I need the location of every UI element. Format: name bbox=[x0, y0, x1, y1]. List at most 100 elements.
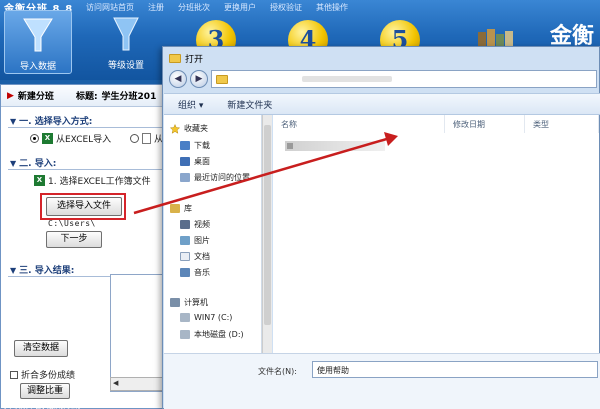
star-icon bbox=[170, 123, 180, 134]
filename-input[interactable]: 使用帮助 bbox=[312, 361, 598, 378]
menu-switch-user[interactable]: 更换用户 bbox=[224, 2, 256, 13]
download-icon bbox=[180, 141, 190, 150]
nav-recent[interactable]: 最近访问的位置 bbox=[180, 172, 250, 183]
video-icon bbox=[180, 220, 190, 229]
divider bbox=[8, 169, 164, 170]
back-icon[interactable]: ◀ bbox=[169, 70, 187, 88]
funnel-icon bbox=[23, 18, 53, 52]
drive-icon bbox=[180, 313, 190, 322]
radio-button[interactable] bbox=[30, 134, 39, 143]
nav-recent-label: 最近访问的位置 bbox=[194, 173, 250, 182]
nav-downloads[interactable]: 下载 bbox=[180, 140, 210, 151]
menu-license[interactable]: 授权验证 bbox=[270, 2, 302, 13]
recent-places-icon bbox=[180, 173, 190, 182]
import-data-button[interactable]: 导入数据 bbox=[4, 10, 72, 74]
nav-pictures-label: 图片 bbox=[194, 236, 210, 245]
command-bar: 组织 ▾ 新建文件夹 bbox=[164, 93, 600, 115]
column-header-modified[interactable]: 修改日期 bbox=[445, 115, 525, 133]
step-select-excel: X 1. 选择EXCEL工作簿文件 bbox=[34, 174, 151, 187]
import-data-label: 导入数据 bbox=[19, 62, 56, 72]
collapse-triangle-icon[interactable]: ▼ bbox=[10, 266, 16, 275]
nav-drive-d[interactable]: 本地磁盘 (D:) bbox=[180, 329, 244, 340]
radio-other[interactable]: 从 bbox=[130, 132, 163, 145]
drive-icon bbox=[180, 330, 190, 339]
forward-icon[interactable]: ▶ bbox=[190, 70, 208, 88]
dialog-footer: 文件名(N): 使用帮助 bbox=[164, 353, 600, 409]
title-label: 标题: bbox=[75, 92, 98, 102]
file-list: 名称 修改日期 类型 bbox=[273, 115, 599, 353]
merge-scores-checkbox[interactable] bbox=[10, 370, 18, 379]
nav-pictures[interactable]: 图片 bbox=[180, 235, 210, 246]
nav-music[interactable]: 音乐 bbox=[180, 267, 210, 278]
file-path: C:\Users\ bbox=[48, 219, 96, 228]
merge-scores-label: 折合多份成绩 bbox=[21, 371, 76, 381]
address-path-blurred bbox=[302, 76, 392, 82]
desktop-icon bbox=[180, 157, 190, 166]
file-item-blurred[interactable] bbox=[285, 141, 385, 151]
picture-icon bbox=[180, 236, 190, 245]
nav-drive-d-label: 本地磁盘 (D:) bbox=[194, 330, 244, 339]
triangle-right-icon: ▶ bbox=[7, 90, 14, 101]
merge-scores-checkbox-row[interactable]: 折合多份成绩 bbox=[10, 368, 75, 381]
radio-excel[interactable]: X 从EXCEL导入 bbox=[30, 132, 111, 145]
open-file-dialog: 打开 ◀ ▶ 组织 ▾ 新建文件夹 收藏夹 下载 桌面 最近访问的位置 库 视频… bbox=[162, 46, 600, 409]
nav-libraries[interactable]: 库 bbox=[170, 203, 192, 214]
nav-downloads-label: 下载 bbox=[194, 141, 210, 150]
excel-icon: X bbox=[34, 175, 45, 186]
document-icon bbox=[142, 133, 151, 144]
menu-other[interactable]: 其他操作 bbox=[316, 2, 348, 13]
nav-pane-scrollbar[interactable] bbox=[262, 115, 272, 353]
organize-menu[interactable]: 组织 ▾ bbox=[178, 98, 203, 111]
new-folder-button[interactable]: 新建文件夹 bbox=[227, 98, 272, 111]
scrollbar-thumb[interactable] bbox=[264, 125, 271, 325]
clear-data-button[interactable]: 清空数据 bbox=[14, 340, 68, 357]
section-import-label: 二. 导入: bbox=[19, 159, 57, 169]
collapse-triangle-icon[interactable]: ▼ bbox=[10, 117, 16, 126]
scroll-left-icon[interactable]: ◀ bbox=[113, 379, 118, 387]
divider bbox=[8, 127, 164, 128]
nav-computer-label: 计算机 bbox=[184, 298, 208, 307]
dialog-title: 打开 bbox=[185, 55, 204, 65]
nav-drive-c[interactable]: WIN7 (C:) bbox=[180, 313, 232, 322]
computer-icon bbox=[170, 298, 180, 307]
menu-batch[interactable]: 分班批次 bbox=[178, 2, 210, 13]
step-select-excel-label: 1. 选择EXCEL工作簿文件 bbox=[48, 177, 151, 187]
navigation-pane: 收藏夹 下载 桌面 最近访问的位置 库 视频 图片 文档 音乐 计算机 WIN7… bbox=[164, 115, 262, 353]
next-step-button[interactable]: 下一步 bbox=[46, 231, 102, 248]
folder-icon bbox=[216, 74, 228, 84]
horizontal-scrollbar[interactable]: ◀ bbox=[110, 377, 166, 391]
file-icon bbox=[287, 143, 293, 149]
nav-libraries-label: 库 bbox=[184, 204, 192, 213]
nav-documents[interactable]: 文档 bbox=[180, 251, 210, 262]
nav-computer[interactable]: 计算机 bbox=[170, 297, 208, 308]
panel-header: ▶ 新建分班 标题: 学生分班201 bbox=[1, 85, 167, 107]
address-bar[interactable] bbox=[211, 70, 597, 88]
highlight-box bbox=[40, 193, 126, 220]
column-header-type[interactable]: 类型 bbox=[525, 115, 599, 133]
grade-settings-label: 等级设置 bbox=[107, 61, 144, 71]
nav-drive-c-label: WIN7 (C:) bbox=[194, 313, 233, 322]
title-value: 学生分班201 bbox=[101, 92, 157, 102]
nav-favorites[interactable]: 收藏夹 bbox=[170, 123, 208, 134]
nav-videos-label: 视频 bbox=[194, 220, 210, 229]
nav-music-label: 音乐 bbox=[194, 268, 210, 277]
folder-icon bbox=[169, 54, 181, 63]
dialog-title-bar: 打开 bbox=[169, 52, 203, 65]
radio-button[interactable] bbox=[130, 134, 139, 143]
result-grid[interactable] bbox=[110, 274, 166, 392]
nav-documents-label: 文档 bbox=[194, 252, 210, 261]
nav-desktop[interactable]: 桌面 bbox=[180, 156, 210, 167]
section-import-method-label: 一. 选择导入方式: bbox=[19, 117, 93, 127]
adjust-weight-button[interactable]: 调整比重 bbox=[20, 383, 70, 399]
grade-settings-button[interactable]: 等级设置 bbox=[92, 10, 160, 74]
library-icon bbox=[170, 204, 180, 213]
music-icon bbox=[180, 268, 190, 277]
new-class-label: 新建分班 bbox=[17, 92, 54, 102]
collapse-triangle-icon[interactable]: ▼ bbox=[10, 159, 16, 168]
dialog-nav-row: ◀ ▶ bbox=[169, 67, 597, 91]
nav-favorites-label: 收藏夹 bbox=[184, 124, 208, 133]
filename-label: 文件名(N): bbox=[258, 367, 297, 376]
nav-videos[interactable]: 视频 bbox=[180, 219, 210, 230]
radio-excel-label: 从EXCEL导入 bbox=[56, 135, 112, 145]
column-header-name[interactable]: 名称 bbox=[273, 115, 445, 133]
